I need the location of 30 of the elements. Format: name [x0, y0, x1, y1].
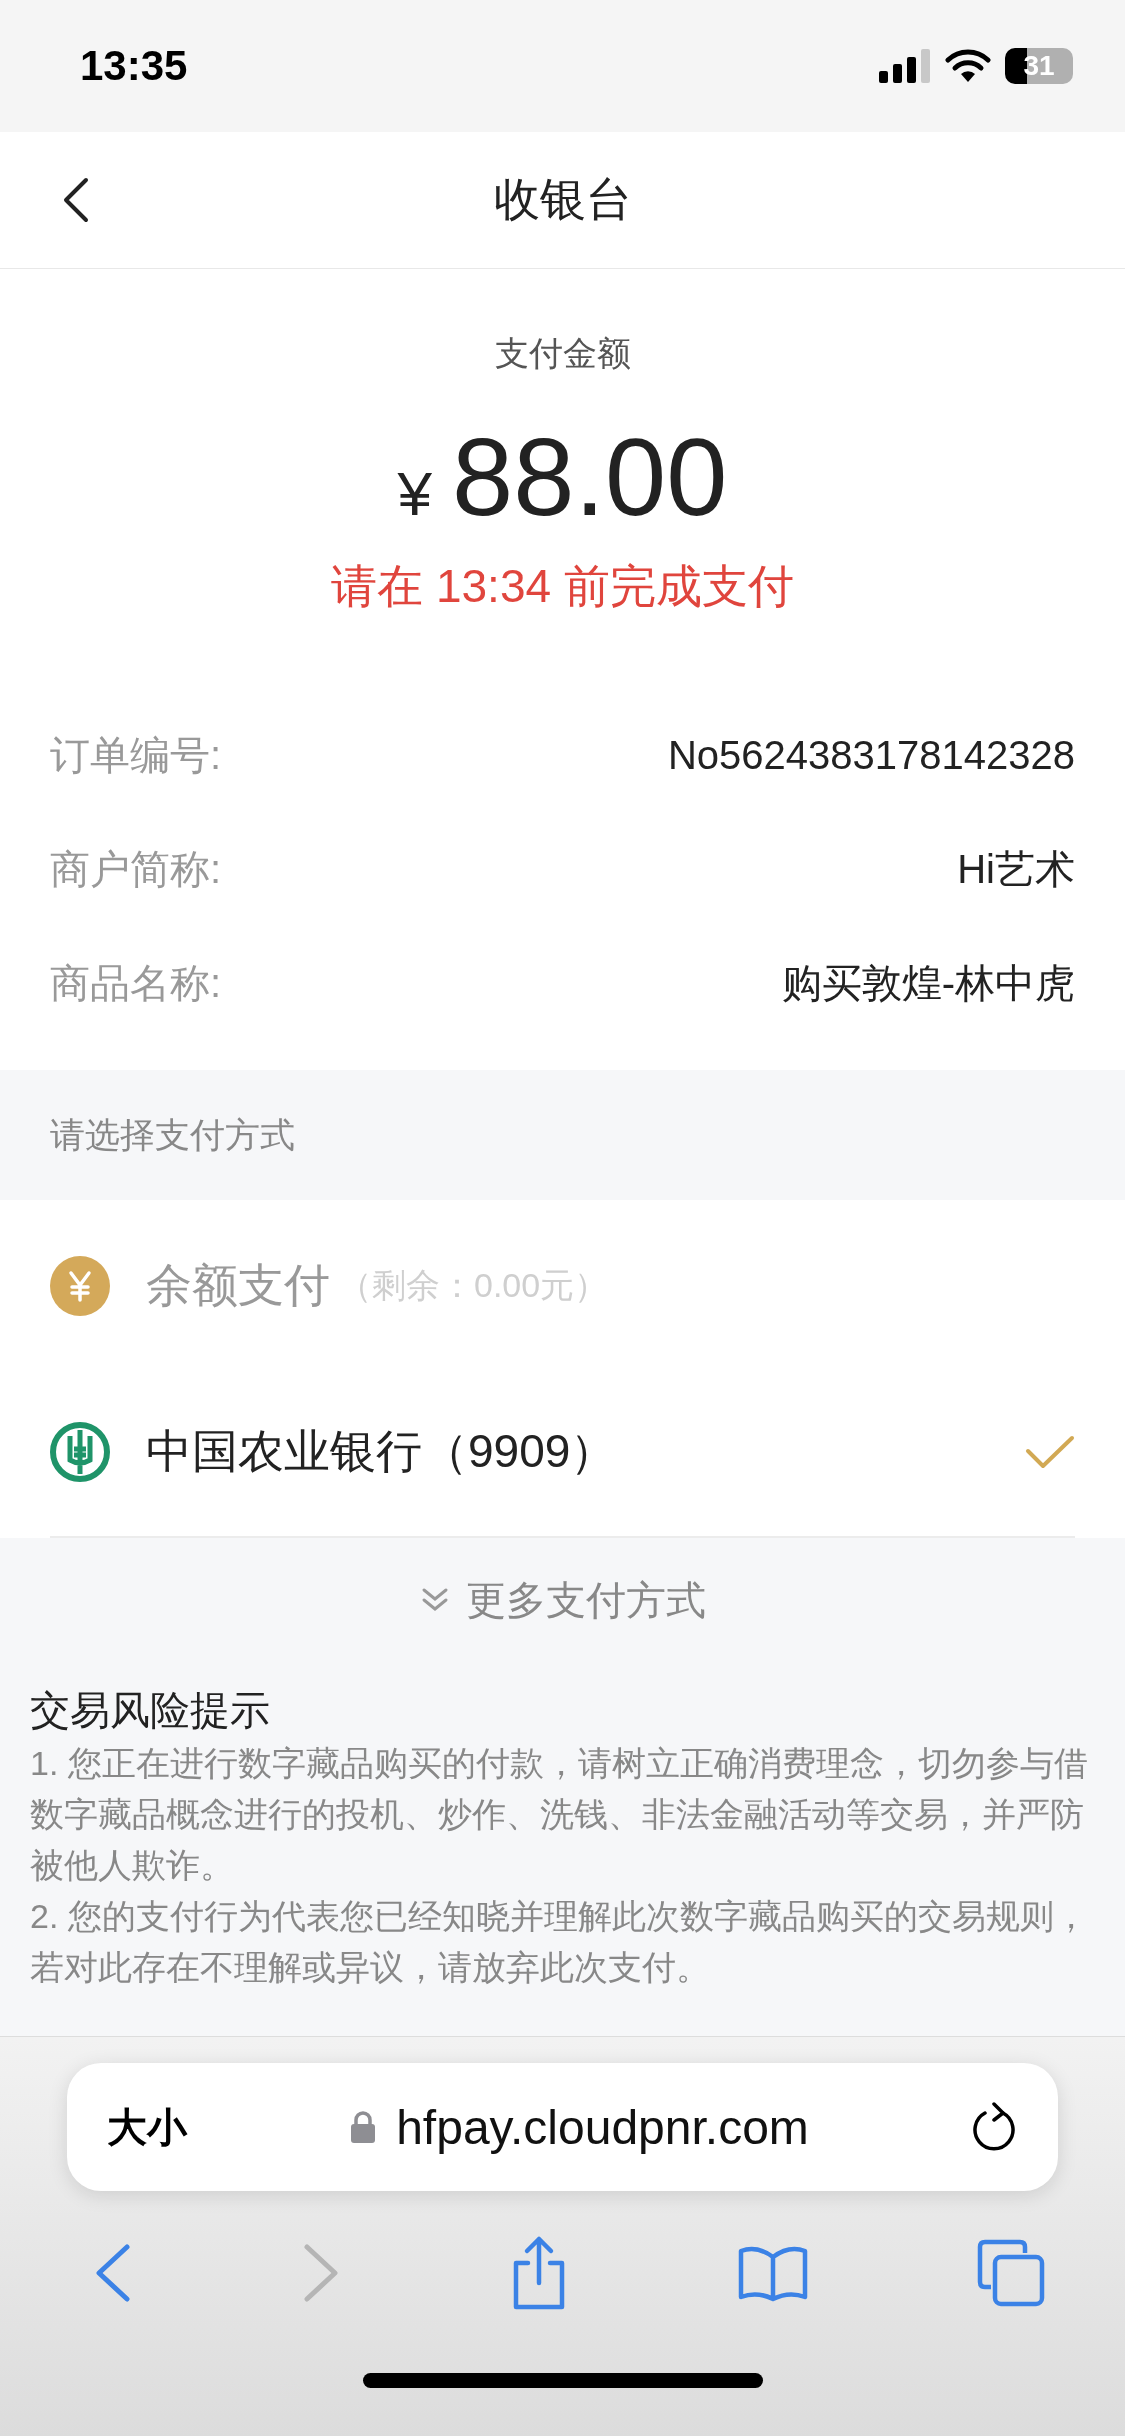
section-title: 请选择支付方式 [50, 1113, 295, 1156]
info-value: Hi艺术 [957, 845, 1075, 893]
wifi-icon [945, 49, 991, 83]
yen-coin-icon [50, 1256, 110, 1316]
payment-deadline: 请在 13:34 前完成支付 [331, 559, 794, 614]
status-time: 13:35 [80, 42, 188, 90]
lock-icon [350, 2110, 377, 2144]
risk-title: 交易风险提示 [30, 1687, 271, 1734]
reload-icon[interactable] [972, 2102, 1018, 2152]
address-bar[interactable]: 大小 hfpay.cloudpnr.com [67, 2063, 1058, 2191]
currency-symbol: ¥ [397, 458, 433, 530]
payment-name: 中国农业银行（9909） [146, 1424, 617, 1479]
bank-logo-icon [50, 1422, 110, 1482]
text-size-button[interactable]: 大小 [107, 2099, 187, 2155]
info-value: 购买敦煌-林中虎 [781, 959, 1075, 1007]
risk-paragraph: 1. 您正在进行数字藏品购买的付款，请树立正确消费理念，切勿参与借数字藏品概念进行的投机、炒作、洗钱、非法金融活动等交易，并严防被他人欺诈。 [30, 1743, 1089, 1886]
amount-value: 88.00 [452, 417, 728, 537]
info-label: 商户简称: [50, 845, 222, 893]
payment-name: 余额支付 [146, 1258, 330, 1313]
info-label: 商品名称: [50, 959, 222, 1007]
info-label: 订单编号: [50, 731, 222, 779]
tabs-icon[interactable] [976, 2239, 1045, 2307]
check-icon [1025, 1434, 1075, 1470]
back-icon[interactable] [62, 176, 90, 224]
amount-label: 支付金额 [494, 333, 631, 374]
url-text: hfpay.cloudpnr.com [396, 2099, 809, 2155]
risk-paragraph: 2. 您的支付行为代表您已经知晓并理解此次数字藏品购买的交易规则，若对此存在不理解或异议，请放弃此次支付。 [30, 1896, 1089, 1988]
page-title: 收银台 [493, 172, 632, 227]
signal-icon [879, 49, 931, 83]
info-value: No5624383178142328 [667, 732, 1075, 778]
